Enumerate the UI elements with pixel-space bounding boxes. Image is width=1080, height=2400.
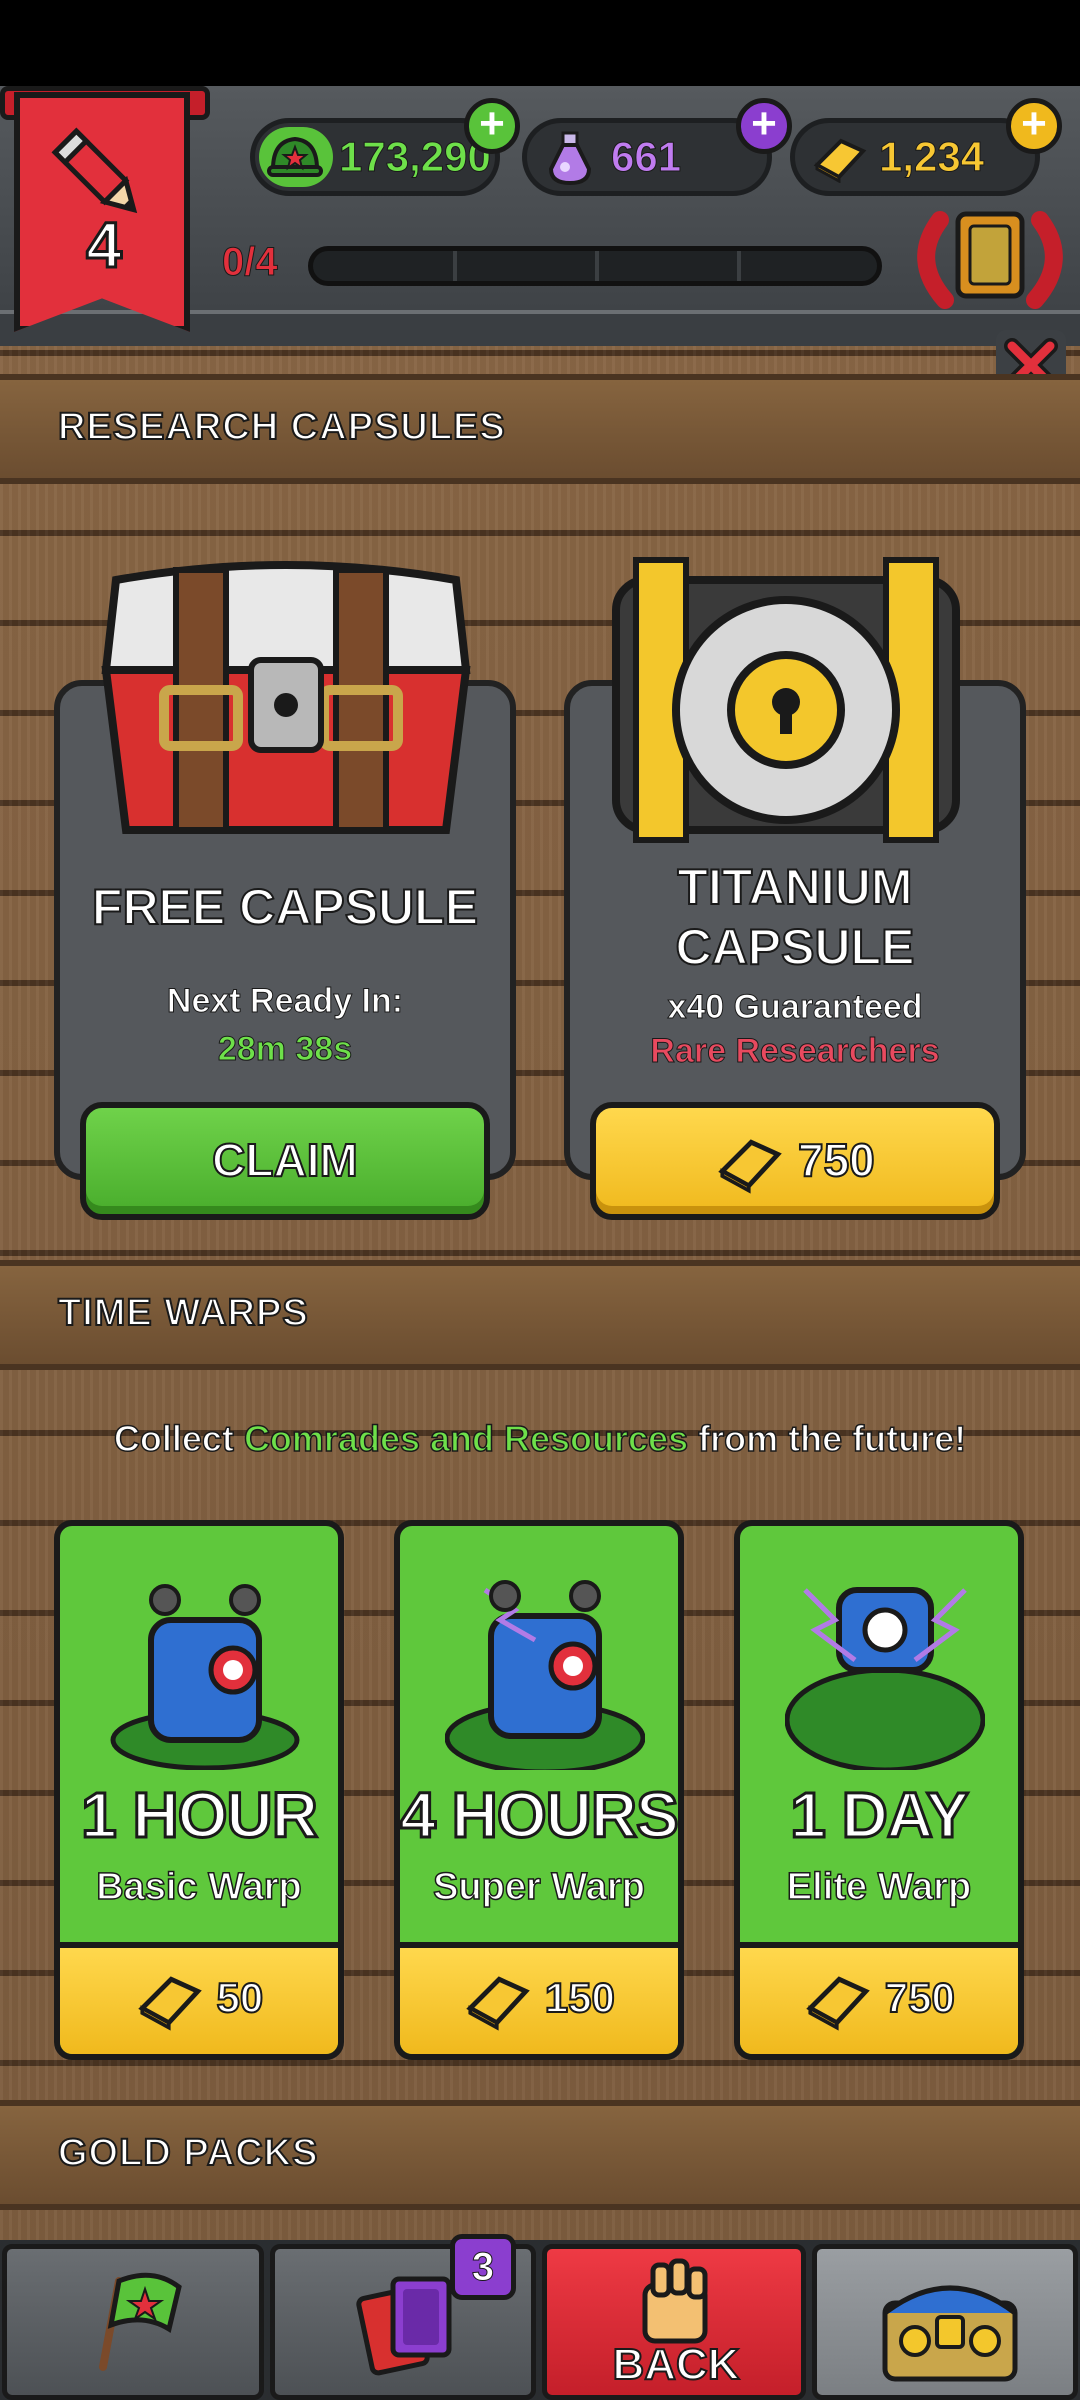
collect-prefix: Collect [113, 1417, 235, 1460]
gold-bar-icon [806, 1976, 870, 2031]
titanium-title-line2: CAPSULE [675, 918, 916, 976]
warp-machine-image [785, 1587, 985, 1770]
collect-suffix: from the future! [697, 1417, 967, 1460]
basic-warp-card[interactable]: 1 HOUR Basic Warp 50 [54, 1520, 344, 2060]
titanium-buy-button[interactable]: 750 [590, 1102, 1000, 1220]
warp-machine-image [445, 1580, 645, 1770]
warp-duration: 1 HOUR [80, 1778, 320, 1853]
collect-highlight: Comrades and Resources [243, 1417, 689, 1460]
gold-counter: 1,234 [790, 118, 1040, 196]
section-title-gold-packs: GOLD PACKS [57, 2131, 319, 2175]
player-level: 4 [85, 208, 124, 283]
section-title-research: RESEARCH CAPSULES [57, 405, 506, 449]
titanium-guaranteed: x40 Guaranteed [667, 988, 923, 1027]
warp-price: 750 [884, 1973, 956, 2022]
warp-price: 50 [215, 1973, 264, 2022]
bottom-nav [0, 2240, 1080, 2400]
next-ready-label: Next Ready In: [166, 982, 404, 1021]
add-potions-button[interactable]: + [736, 98, 792, 154]
free-capsule-title: FREE CAPSULE [91, 878, 479, 936]
section-title-time-warps: TIME WARPS [57, 1291, 309, 1335]
warp-price-button[interactable]: 750 [740, 1942, 1018, 2054]
titanium-price: 750 [797, 1133, 876, 1187]
warp-machine-image [110, 1584, 300, 1770]
gold-bar-icon [466, 1976, 530, 2031]
back-label: BACK [611, 2339, 740, 2390]
time-warps-description: Collect Comrades and Resources from the … [0, 1417, 1080, 1460]
elite-warp-card[interactable]: 1 DAY Elite Warp 750 [734, 1520, 1024, 2060]
free-capsule-chest-image [101, 561, 471, 834]
titanium-capsule-vault-image [612, 557, 960, 843]
level-progress-bar [308, 246, 882, 286]
warp-name: Super Warp [432, 1865, 645, 1909]
level-progress-label: 0/4 [222, 240, 279, 285]
add-helmets-button[interactable]: + [464, 98, 520, 154]
titanium-title-line1: TITANIUM [676, 858, 913, 916]
helmet-icon [267, 136, 323, 177]
super-warp-card[interactable]: 4 HOURS Super Warp 150 [394, 1520, 684, 2060]
potion-icon [548, 131, 592, 186]
gold-bar-icon [813, 138, 867, 183]
add-gold-button[interactable]: + [1006, 98, 1062, 154]
treasure-chest-icon [882, 2285, 1018, 2382]
warp-name: Basic Warp [95, 1865, 302, 1909]
potions-value: 661 [610, 133, 682, 181]
warp-price: 150 [544, 1973, 616, 2022]
flag-icon [99, 2272, 182, 2371]
gold-bar-icon [138, 1976, 202, 2031]
warp-price-button[interactable]: 50 [60, 1942, 338, 2054]
gold-bar-icon [718, 1139, 783, 1194]
warp-duration: 1 DAY [789, 1778, 971, 1853]
warp-duration: 4 HOURS [400, 1778, 678, 1853]
gold-value: 1,234 [878, 133, 985, 181]
laurel-card-icon[interactable] [900, 200, 1080, 320]
potions-counter: 661 [522, 118, 772, 196]
titanium-rarity: Rare Researchers [650, 1032, 940, 1071]
warp-name: Elite Warp [786, 1865, 972, 1909]
claim-button[interactable]: CLAIM [80, 1102, 490, 1220]
nav-tab-store[interactable] [812, 2244, 1078, 2400]
helmets-counter: 173,290 [250, 118, 500, 196]
cards-notification-badge: 3 [450, 2234, 516, 2300]
warp-price-button[interactable]: 150 [400, 1942, 678, 2054]
fist-icon [642, 2258, 708, 2344]
free-capsule-timer: 28m 38s [217, 1030, 353, 1069]
nav-tab-missions[interactable] [2, 2244, 264, 2400]
